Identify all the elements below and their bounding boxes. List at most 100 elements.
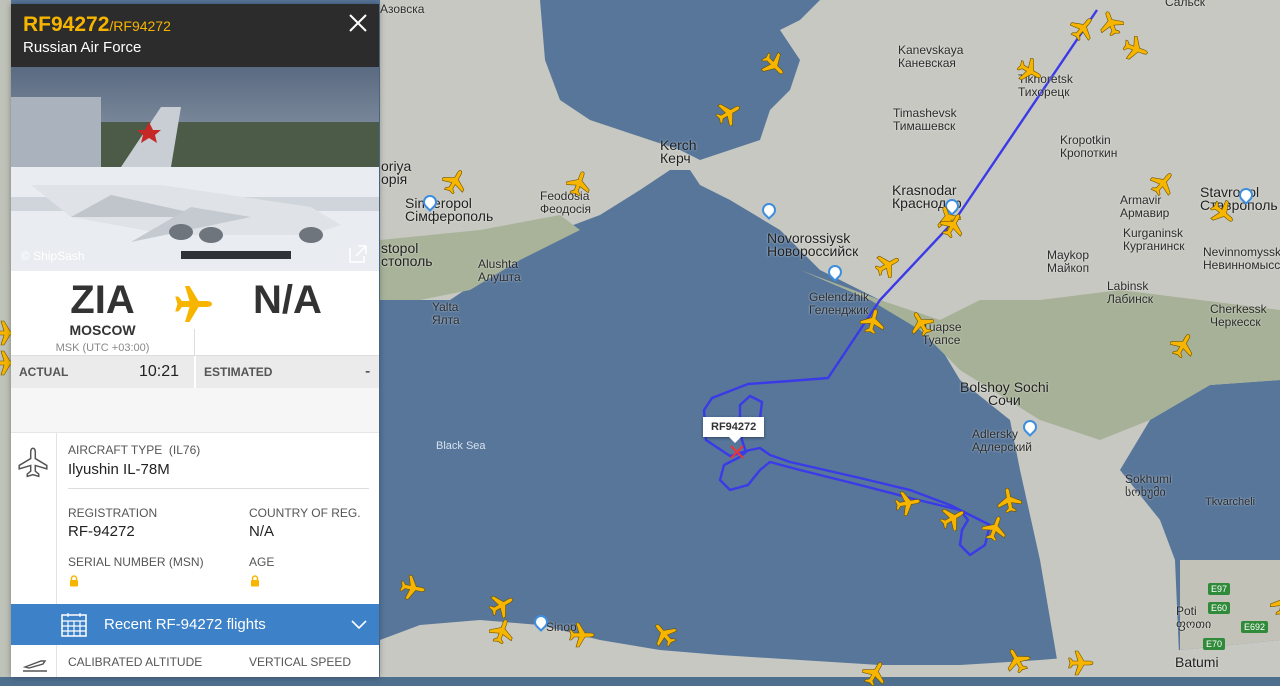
map-label-alushta: Alushta Алушта bbox=[478, 257, 521, 284]
map-label-kropotkin: Kropotkin Кропоткин bbox=[1060, 133, 1118, 160]
map-label-yalta: Yalta Ялта bbox=[432, 300, 460, 327]
aircraft-type-label: AIRCRAFT TYPE (IL76) bbox=[68, 443, 201, 457]
aircraft-photo-image bbox=[11, 67, 379, 271]
route-section: ZIA MOSCOW MSK (UTC +03:00) N/A bbox=[11, 271, 379, 356]
origin-city: MOSCOW bbox=[69, 322, 136, 338]
map-label-armavir: Armavir Армавир bbox=[1120, 193, 1170, 220]
times-row: ACTUAL 10:21 ESTIMATED - bbox=[11, 356, 379, 388]
traffic-plane-icon[interactable] bbox=[1210, 200, 1236, 226]
country-value: N/A bbox=[249, 523, 275, 540]
map-label-kerch: Kerch Керч bbox=[660, 137, 697, 166]
altitude-label: CALIBRATED ALTITUDE bbox=[68, 655, 203, 669]
flight-callsign-alt: /RF94272 bbox=[109, 18, 171, 34]
panel-header: RF94272/RF94272 Russian Air Force bbox=[11, 4, 379, 67]
flight-callsign: RF94272/RF94272 bbox=[23, 13, 171, 36]
traffic-plane-icon[interactable] bbox=[489, 592, 515, 618]
road-badge: E60 bbox=[1208, 602, 1231, 614]
destination-airport[interactable]: N/A bbox=[196, 279, 379, 321]
actual-time-label: ACTUAL bbox=[19, 365, 69, 379]
road-badge: E97 bbox=[1208, 583, 1231, 595]
traffic-plane-icon[interactable] bbox=[400, 575, 426, 601]
registration-value: RF-94272 bbox=[68, 523, 135, 540]
traffic-plane-icon[interactable] bbox=[651, 621, 677, 647]
road-badge: E70 bbox=[1203, 638, 1226, 650]
age-label: AGE bbox=[249, 555, 275, 569]
registration-label: REGISTRATION bbox=[68, 506, 158, 520]
traffic-plane-icon[interactable] bbox=[895, 490, 921, 516]
map-label-batumi: Batumi bbox=[1175, 654, 1219, 670]
map-label-poti: Poti ფოთი bbox=[1176, 604, 1212, 631]
map-label-black-sea: Black Sea bbox=[436, 440, 486, 452]
traffic-plane-icon[interactable] bbox=[1170, 332, 1196, 358]
selected-flight-tag[interactable]: RF94272 bbox=[703, 417, 765, 443]
airline-name: Russian Air Force bbox=[23, 39, 142, 56]
traffic-plane-icon[interactable] bbox=[996, 487, 1022, 513]
map-label-kanevskaya: Kanevskaya Каневская bbox=[898, 43, 964, 70]
serial-number-label: SERIAL NUMBER (MSN) bbox=[68, 555, 204, 569]
traffic-plane-icon[interactable] bbox=[569, 622, 595, 648]
map-label-evpatoria: oriya орія bbox=[381, 158, 412, 187]
map-label-sevastopol: stopol стополь bbox=[381, 240, 433, 269]
origin-timezone: MSK (UTC +03:00) bbox=[55, 342, 150, 354]
traffic-plane-icon[interactable] bbox=[566, 170, 592, 196]
takeoff-icon bbox=[22, 660, 47, 672]
actual-time-value: 10:21 bbox=[139, 363, 180, 380]
map-label-cherkessk: Cherkessk Черкесск bbox=[1210, 302, 1267, 329]
airplane-icon bbox=[18, 447, 48, 478]
altitude-sidebar-divider bbox=[56, 645, 57, 677]
estimated-time-value: - bbox=[365, 363, 371, 380]
progress-area bbox=[11, 388, 379, 432]
map-label-salsk: Сальск bbox=[1165, 0, 1205, 9]
traffic-plane-icon[interactable] bbox=[940, 505, 966, 531]
aircraft-info-sidebar bbox=[11, 433, 57, 604]
altitude-section: CALIBRATED ALTITUDE VERTICAL SPEED bbox=[11, 645, 379, 677]
map-label-simferopol: Simferopol Сімферополь bbox=[405, 195, 494, 224]
traffic-plane-icon[interactable] bbox=[1150, 170, 1176, 196]
traffic-plane-icon[interactable] bbox=[761, 52, 787, 78]
traffic-plane-icon[interactable] bbox=[1270, 590, 1280, 616]
photo-credit: © ShipSash bbox=[21, 249, 85, 263]
traffic-plane-icon[interactable] bbox=[1123, 36, 1149, 62]
traffic-plane-icon[interactable] bbox=[1068, 650, 1094, 676]
lock-icon bbox=[70, 575, 78, 587]
map-label-timashevsk: Timashevsk Тимашевск bbox=[893, 106, 957, 133]
estimated-time-label: ESTIMATED bbox=[204, 365, 273, 379]
info-divider bbox=[68, 488, 369, 489]
road-badge: E692 bbox=[1241, 621, 1269, 633]
traffic-plane-icon[interactable] bbox=[442, 168, 468, 194]
map-label-novorossiysk: Novorossiysk Новороссийск bbox=[767, 230, 859, 259]
recent-flights-button[interactable]: Recent RF-94272 flights bbox=[11, 604, 379, 645]
traffic-plane-icon[interactable] bbox=[1004, 647, 1030, 673]
traffic-plane-icon[interactable] bbox=[862, 660, 888, 686]
traffic-plane-icon[interactable] bbox=[1070, 15, 1096, 41]
vertical-speed-label: VERTICAL SPEED bbox=[249, 655, 352, 669]
close-icon[interactable] bbox=[347, 12, 369, 34]
traffic-plane-icon[interactable] bbox=[860, 308, 886, 334]
destination-code: N/A bbox=[253, 278, 322, 322]
map-label-adlersky: Adlersky Адлерский bbox=[972, 427, 1033, 454]
aircraft-photo[interactable]: © ShipSash bbox=[11, 67, 379, 271]
recent-flights-label: Recent RF-94272 flights bbox=[104, 616, 266, 633]
traffic-plane-icon[interactable] bbox=[1017, 58, 1043, 84]
flight-detail-panel: RF94272/RF94272 Russian Air Force © Ship… bbox=[11, 4, 379, 677]
map-label-nevinnomyssk: Nevinnomyssk Невинномысск bbox=[1203, 245, 1280, 272]
lock-icon bbox=[251, 575, 259, 587]
traffic-plane-icon[interactable] bbox=[1098, 10, 1124, 36]
traffic-plane-icon[interactable] bbox=[875, 252, 901, 278]
expand-photo-icon[interactable] bbox=[347, 243, 369, 265]
map-label-sokhumi: Sokhumi სოხუმი bbox=[1125, 472, 1172, 499]
traffic-plane-icon[interactable] bbox=[940, 212, 966, 238]
map-label-sochi: Bolshoy Sochi Сочи bbox=[960, 379, 1049, 408]
traffic-plane-icon[interactable] bbox=[908, 310, 934, 336]
traffic-plane-icon[interactable] bbox=[982, 515, 1008, 541]
traffic-plane-icon[interactable] bbox=[489, 618, 515, 644]
chevron-down-icon[interactable] bbox=[351, 618, 367, 630]
times-divider bbox=[194, 356, 196, 388]
map-label-labinsk: Labinsk Лабинск bbox=[1107, 279, 1154, 306]
map-label-kurganinsk: Kurganinsk Курганинск bbox=[1123, 226, 1185, 253]
origin-code: ZIA bbox=[70, 278, 135, 322]
map-label-tkvarcheli: Tkvarcheli bbox=[1205, 496, 1256, 508]
traffic-plane-icon[interactable] bbox=[716, 100, 742, 126]
aircraft-info-section: AIRCRAFT TYPE (IL76) Ilyushin IL-78M REG… bbox=[11, 432, 379, 604]
origin-airport[interactable]: ZIA MOSCOW MSK (UTC +03:00) bbox=[11, 279, 194, 354]
